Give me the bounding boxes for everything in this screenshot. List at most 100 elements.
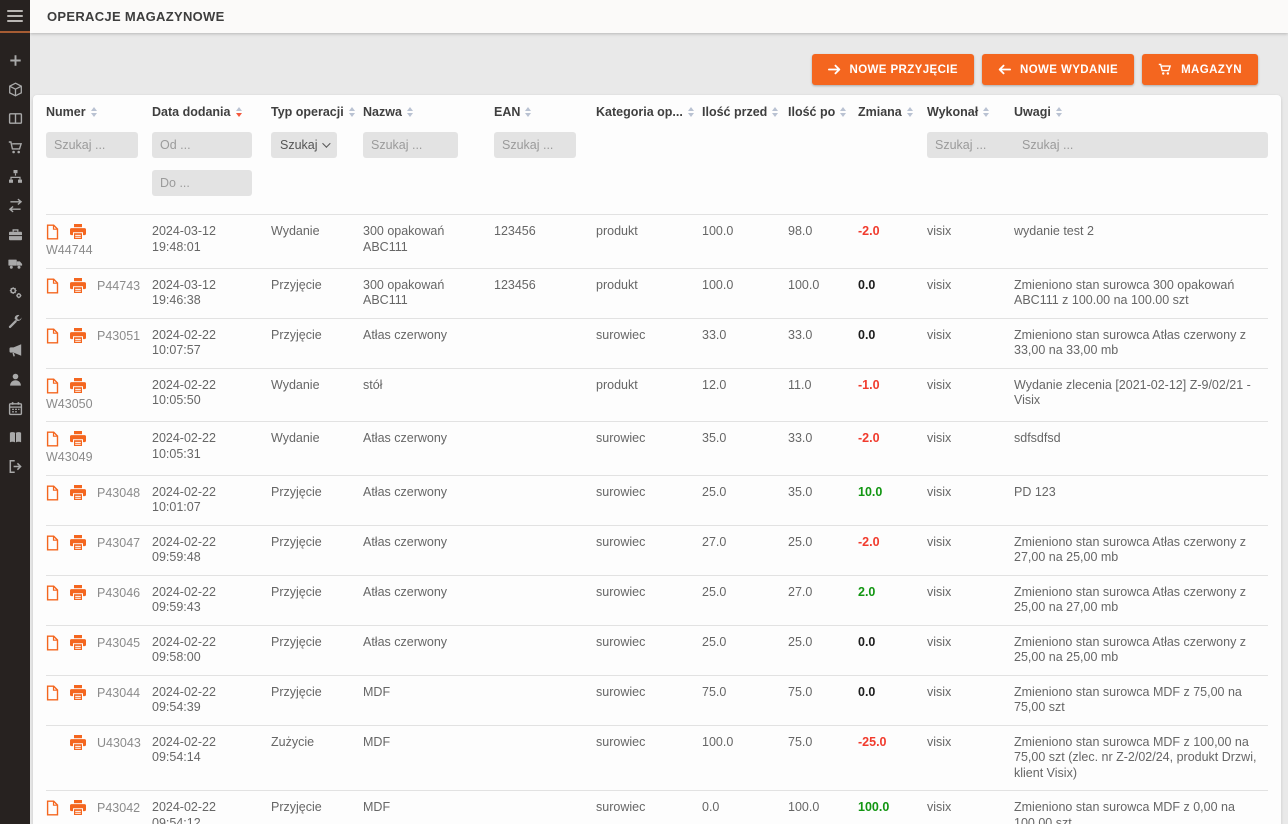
column-header-ilosc-przed[interactable]: Ilość przed — [702, 105, 788, 119]
print-icon[interactable] — [70, 635, 86, 651]
filter-wykonal-input[interactable] — [927, 132, 1021, 158]
category-cell: surowiec — [596, 526, 702, 575]
toolbox-icon[interactable] — [8, 227, 23, 242]
name-cell: Atłas czerwony — [363, 319, 494, 368]
document-icon[interactable] — [46, 800, 59, 816]
sort-icon — [1056, 107, 1062, 117]
user-cell: visix — [927, 215, 1014, 268]
row-number-cell: P43046 — [46, 576, 152, 625]
column-header-data-dodania[interactable]: Data dodania — [152, 105, 271, 119]
table-row[interactable]: P43047 2024-02-2209:59:48 Przyjęcie Atła… — [46, 525, 1268, 575]
new-issue-button[interactable]: NOWE WYDANIE — [982, 54, 1134, 85]
column-header-ean[interactable]: EAN — [494, 105, 596, 119]
print-icon[interactable] — [70, 224, 86, 240]
print-icon[interactable] — [70, 685, 86, 701]
column-header-typ-operacji[interactable]: Typ operacji — [271, 105, 363, 119]
print-icon[interactable] — [70, 431, 86, 447]
operation-number: U43043 — [97, 736, 141, 752]
columns-icon[interactable] — [8, 111, 23, 126]
document-icon[interactable] — [46, 278, 59, 294]
row-number-cell: W44744 — [46, 215, 152, 268]
filter-date-to-input[interactable] — [152, 170, 252, 196]
transfer-arrows-icon[interactable] — [8, 198, 23, 213]
user-icon[interactable] — [8, 372, 23, 387]
print-icon[interactable] — [70, 378, 86, 394]
page-title: OPERACJE MAGAZYNOWE — [30, 9, 225, 24]
document-icon[interactable] — [46, 535, 59, 551]
table-row[interactable]: P43042 2024-02-2209:54:12 Przyjęcie MDF … — [46, 790, 1268, 824]
change-cell: 0.0 — [858, 319, 927, 368]
row-number-cell: P43047 — [46, 526, 152, 575]
document-icon[interactable] — [46, 328, 59, 344]
ean-cell: 123456 — [494, 269, 596, 318]
print-icon[interactable] — [70, 328, 86, 344]
table-row[interactable]: W44744 2024-03-1219:48:01 Wydanie 300 op… — [46, 214, 1268, 268]
document-icon[interactable] — [46, 485, 59, 501]
sort-icon — [688, 107, 694, 117]
filter-date-from-input[interactable] — [152, 132, 252, 158]
column-header-nazwa[interactable]: Nazwa — [363, 105, 494, 119]
document-icon[interactable] — [46, 685, 59, 701]
column-header-kategoria[interactable]: Kategoria op... — [596, 105, 702, 119]
megaphone-icon[interactable] — [8, 343, 23, 358]
table-row[interactable]: P44743 2024-03-1219:46:38 Przyjęcie 300 … — [46, 268, 1268, 318]
operation-type-cell: Wydanie — [271, 369, 363, 422]
name-cell: Atłas czerwony — [363, 626, 494, 675]
filter-uwagi-input[interactable] — [1014, 132, 1268, 158]
plus-icon[interactable] — [8, 53, 23, 68]
wrench-icon[interactable] — [8, 314, 23, 329]
filter-nazwa-input[interactable] — [363, 132, 458, 158]
document-icon[interactable] — [46, 635, 59, 651]
new-receipt-button[interactable]: NOWE PRZYJĘCIE — [812, 54, 974, 85]
notes-cell: Zmieniono stan surowca Atłas czerwony z … — [1014, 576, 1268, 625]
gears-icon[interactable] — [8, 285, 23, 300]
operation-type-cell: Przyjęcie — [271, 319, 363, 368]
notes-cell: Zmieniono stan surowca Atłas czerwony z … — [1014, 526, 1268, 575]
qty-before-cell: 100.0 — [702, 215, 788, 268]
filter-numer-input[interactable] — [46, 132, 138, 158]
qty-before-cell: 0.0 — [702, 791, 788, 824]
filter-typ-select[interactable]: Szukaj — [271, 132, 337, 158]
cube-icon[interactable] — [8, 82, 23, 97]
arrow-right-icon — [828, 64, 841, 75]
document-icon[interactable] — [46, 378, 59, 394]
table-row[interactable]: P43048 2024-02-2210:01:07 Przyjęcie Atła… — [46, 475, 1268, 525]
print-icon[interactable] — [70, 585, 86, 601]
table-row[interactable]: P43046 2024-02-2209:59:43 Przyjęcie Atła… — [46, 575, 1268, 625]
column-header-uwagi[interactable]: Uwagi — [1014, 105, 1268, 119]
table-row[interactable]: U43043 2024-02-2209:54:14 Zużycie MDF su… — [46, 725, 1268, 791]
column-header-row: Numer Data dodania Typ operacji Nazwa EA… — [46, 105, 1268, 119]
warehouse-button[interactable]: MAGAZYN — [1142, 54, 1258, 85]
print-icon[interactable] — [70, 535, 86, 551]
column-header-zmiana[interactable]: Zmiana — [858, 105, 927, 119]
filter-ean-input[interactable] — [494, 132, 576, 158]
operation-type-cell: Przyjęcie — [271, 626, 363, 675]
calendar-icon[interactable] — [8, 401, 23, 416]
truck-icon[interactable] — [8, 256, 23, 271]
document-icon[interactable] — [46, 431, 59, 447]
notes-cell: PD 123 — [1014, 476, 1268, 525]
sitemap-icon[interactable] — [8, 169, 23, 184]
sign-out-icon[interactable] — [8, 459, 23, 474]
table-row[interactable]: W43049 2024-02-2210:05:31 Wydanie Atłas … — [46, 421, 1268, 475]
book-icon[interactable] — [8, 430, 23, 445]
print-icon[interactable] — [70, 485, 86, 501]
document-icon[interactable] — [46, 585, 59, 601]
column-header-numer[interactable]: Numer — [46, 105, 152, 119]
sort-icon — [349, 107, 355, 117]
hamburger-menu-icon[interactable] — [0, 0, 30, 31]
cart-icon[interactable] — [8, 140, 23, 155]
column-header-ilosc-po[interactable]: Ilość po — [788, 105, 858, 119]
table-row[interactable]: P43045 2024-02-2209:58:00 Przyjęcie Atła… — [46, 625, 1268, 675]
column-header-wykonal[interactable]: Wykonał — [927, 105, 1014, 119]
print-icon[interactable] — [70, 278, 86, 294]
user-cell: visix — [927, 526, 1014, 575]
table-row[interactable]: P43044 2024-02-2209:54:39 Przyjęcie MDF … — [46, 675, 1268, 725]
change-cell: -2.0 — [858, 526, 927, 575]
table-row[interactable]: W43050 2024-02-2210:05:50 Wydanie stół p… — [46, 368, 1268, 422]
table-row[interactable]: P43051 2024-02-2210:07:57 Przyjęcie Atła… — [46, 318, 1268, 368]
qty-before-cell: 27.0 — [702, 526, 788, 575]
print-icon[interactable] — [70, 800, 86, 816]
document-icon[interactable] — [46, 224, 59, 240]
print-icon[interactable] — [70, 735, 86, 751]
